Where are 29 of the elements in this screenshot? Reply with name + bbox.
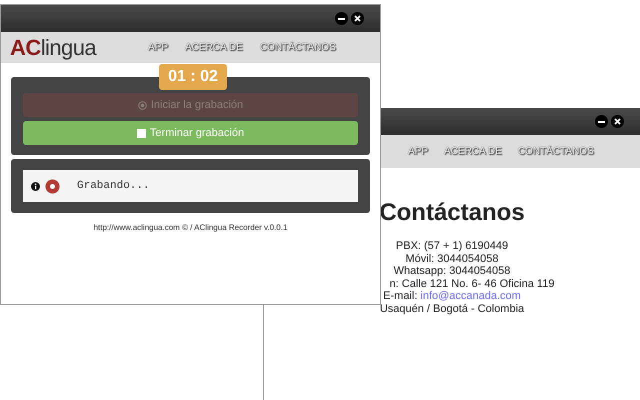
contact-line: Móvil: 3044054058: [406, 252, 498, 265]
page-heading: Contáctanos: [379, 198, 525, 228]
nav-link[interactable]: APP: [408, 144, 428, 159]
minimize-button[interactable]: [335, 12, 348, 25]
nav-link[interactable]: ACERCA DE: [444, 144, 502, 159]
nav-link[interactable]: ACERCA DE: [185, 40, 243, 55]
info-icon: [31, 182, 40, 190]
contact-line: PBX: (57 + 1) 6190449: [396, 240, 508, 252]
nav-link[interactable]: CONTÁCTANOS: [518, 144, 594, 159]
minus-icon: [598, 120, 605, 122]
email-label: E-mail:: [383, 290, 418, 302]
stop-icon: [136, 128, 146, 138]
close-icon: [354, 15, 361, 22]
record-icon: [138, 100, 147, 110]
close-button[interactable]: [351, 12, 364, 25]
contact-line: n: Calle 121 No. 6- 46 Oficina 119: [390, 278, 554, 290]
minimize-button[interactable]: [595, 115, 608, 128]
contact-line: Usaquén / Bogotá - Colombia: [380, 302, 524, 315]
minus-icon: [338, 18, 345, 20]
close-button[interactable]: [611, 115, 624, 128]
nav-link[interactable]: CONTÁCTANOS: [260, 40, 336, 55]
status-text: Grabando...: [77, 178, 150, 194]
close-icon: [614, 118, 621, 125]
footer-text: http://www.aclingua.com © / AClingua Recorder v.0.0.1: [92, 222, 288, 234]
email-link[interactable]: info@accanada.com: [420, 290, 521, 302]
timer-badge: 01 : 02: [159, 64, 227, 90]
logo: AClingua: [10, 36, 98, 58]
nav-link[interactable]: APP: [148, 40, 168, 55]
contact-line: Whatsapp: 3044054058: [394, 265, 510, 278]
